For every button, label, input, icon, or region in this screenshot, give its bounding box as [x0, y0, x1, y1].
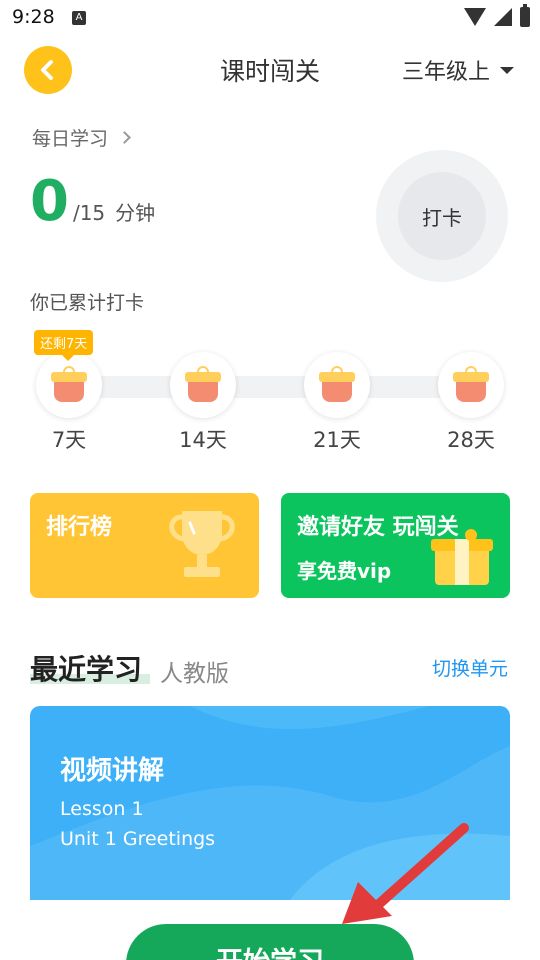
grade-label: 三年级上 — [401, 60, 490, 85]
gift-icon — [319, 366, 355, 402]
milestone-label: 7天 — [51, 428, 87, 452]
lesson-number: Lesson 1 — [60, 798, 144, 820]
status-bar: 9:28 A — [0, 0, 540, 36]
header: 课时闯关 三年级上 — [0, 36, 540, 102]
promo-row: 排行榜 邀请好友 玩闯关 享免费vip — [0, 474, 540, 616]
milestone-label: 14天 — [179, 428, 227, 452]
invite-subtitle: 享免费vip — [297, 559, 392, 583]
grade-selector[interactable]: 三年级上 — [402, 54, 514, 86]
gift-icon — [453, 366, 489, 402]
leaderboard-title: 排行榜 — [46, 515, 113, 540]
milestone-track — [70, 376, 470, 398]
minutes-done: 0 — [30, 169, 69, 234]
milestone-21[interactable]: 21天 — [304, 352, 370, 454]
lesson-unit: Unit 1 Greetings — [60, 828, 216, 850]
milestone-28[interactable]: 28天 — [438, 352, 504, 454]
invite-title: 邀请好友 玩闯关 — [297, 515, 459, 540]
milestone-label: 21天 — [313, 428, 361, 452]
recent-learning-header: 最近学习 人教版 切换单元 — [0, 616, 540, 706]
trophy-icon — [169, 511, 235, 577]
gift-circle — [438, 352, 504, 418]
gift-icon — [185, 366, 221, 402]
status-icons — [464, 4, 530, 27]
leaderboard-card[interactable]: 排行榜 — [30, 493, 259, 598]
milestone-7[interactable]: 7天 — [36, 352, 102, 454]
gift-circle — [170, 352, 236, 418]
status-time: 9:28 — [12, 6, 55, 28]
lesson-type: 视频讲解 — [60, 756, 165, 786]
daily-learning-card: 每日学习 0 /15 分钟 打卡 你已累计打卡 7天 14天 21天 28天 还… — [0, 102, 540, 474]
wifi-icon — [464, 8, 486, 26]
caret-down-icon — [500, 66, 514, 74]
battery-icon — [520, 4, 530, 27]
milestone-label: 28天 — [447, 428, 495, 452]
minutes-progress: 0 /15 分钟 — [30, 174, 155, 230]
remaining-days-badge: 还剩7天 — [34, 330, 94, 361]
checkin-button[interactable]: 打卡 — [376, 150, 508, 282]
daily-learning-title: 每日学习 — [32, 128, 109, 150]
signal-icon — [494, 8, 512, 26]
red-arrow-annotation — [342, 823, 469, 924]
daily-learning-link[interactable]: 每日学习 — [32, 124, 131, 151]
chevron-right-icon — [118, 131, 131, 144]
invite-friends-card[interactable]: 邀请好友 玩闯关 享免费vip — [281, 493, 510, 598]
checkin-label: 打卡 — [398, 172, 486, 260]
cumulative-label: 你已累计打卡 — [30, 292, 145, 314]
switch-unit-link[interactable]: 切换单元 — [432, 654, 508, 681]
recent-learning-title: 最近学习 — [30, 653, 143, 686]
gift-icon — [51, 366, 87, 402]
notification-icon: A — [72, 11, 86, 25]
gift-circle — [304, 352, 370, 418]
gift-circle — [36, 352, 102, 418]
minutes-total: /15 — [72, 201, 106, 225]
textbook-edition: 人教版 — [160, 661, 229, 687]
minutes-unit: 分钟 — [115, 201, 156, 225]
milestone-14[interactable]: 14天 — [170, 352, 236, 454]
